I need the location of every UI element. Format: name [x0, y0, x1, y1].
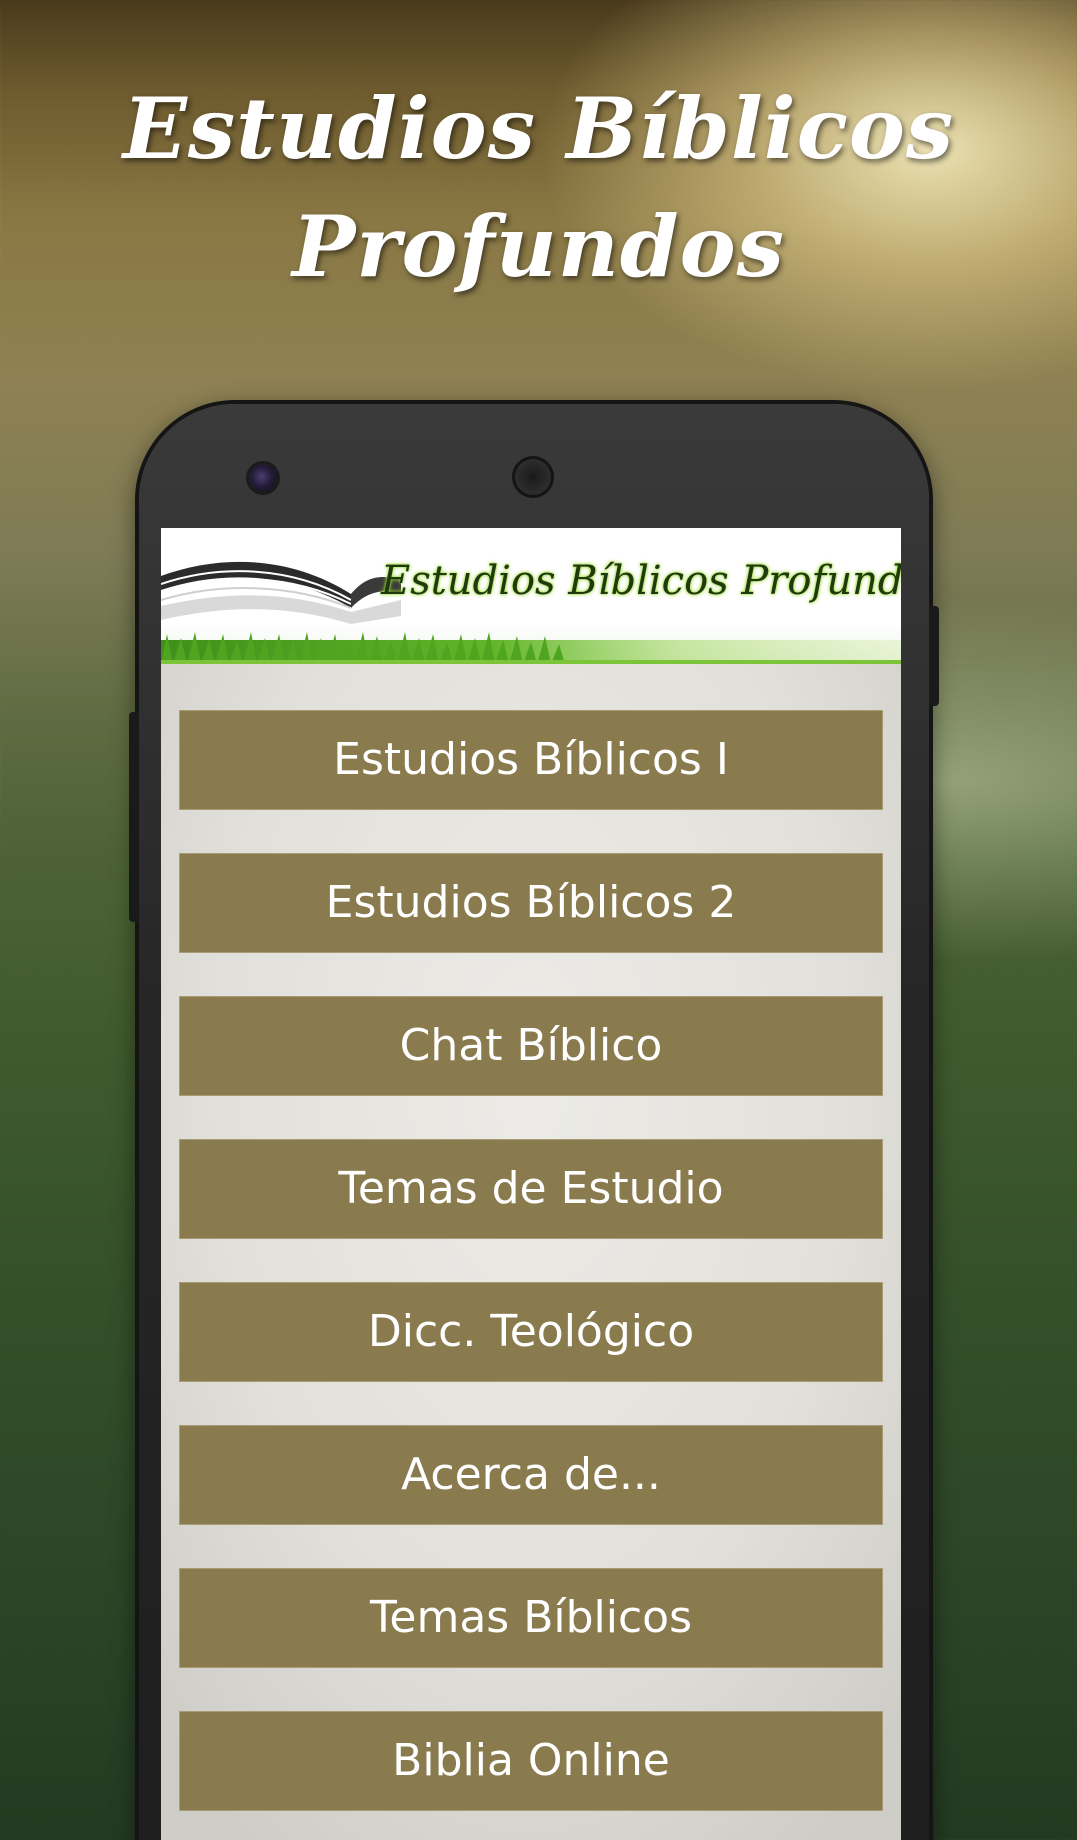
- menu-button-temas-biblicos[interactable]: Temas Bíblicos: [179, 1568, 883, 1668]
- banner-title: Estudios Bíblicos Profundos: [381, 558, 901, 604]
- menu-button-estudios-biblicos-2[interactable]: Estudios Bíblicos 2: [179, 853, 883, 953]
- menu-button-estudios-biblicos-1[interactable]: Estudios Bíblicos I: [179, 710, 883, 810]
- earpiece-speaker: [512, 456, 554, 498]
- open-book-icon: [161, 561, 401, 624]
- front-camera: [249, 464, 277, 492]
- main-menu: Estudios Bíblicos I Estudios Bíblicos 2 …: [179, 710, 883, 1840]
- hero-title-line2: Profundos: [292, 197, 785, 296]
- menu-button-biblia-online[interactable]: Biblia Online: [179, 1711, 883, 1811]
- phone-side-button-right: [929, 606, 939, 706]
- hero-title-line1: Estudios Bíblicos: [122, 79, 955, 178]
- hero-title: Estudios Bíblicos Profundos: [0, 70, 1077, 306]
- app-screen: Estudios Bíblicos Profundos Estudios Bíb…: [161, 528, 901, 1840]
- menu-button-temas-de-estudio[interactable]: Temas de Estudio: [179, 1139, 883, 1239]
- phone-side-button-left: [129, 712, 139, 922]
- phone-frame: Estudios Bíblicos Profundos Estudios Bíb…: [129, 404, 939, 1840]
- grass-strip: [161, 632, 901, 664]
- menu-button-dicc-teologico[interactable]: Dicc. Teológico: [179, 1282, 883, 1382]
- app-header-banner: Estudios Bíblicos Profundos: [161, 528, 901, 664]
- menu-button-acerca-de[interactable]: Acerca de...: [179, 1425, 883, 1525]
- menu-button-chat-biblico[interactable]: Chat Bíblico: [179, 996, 883, 1096]
